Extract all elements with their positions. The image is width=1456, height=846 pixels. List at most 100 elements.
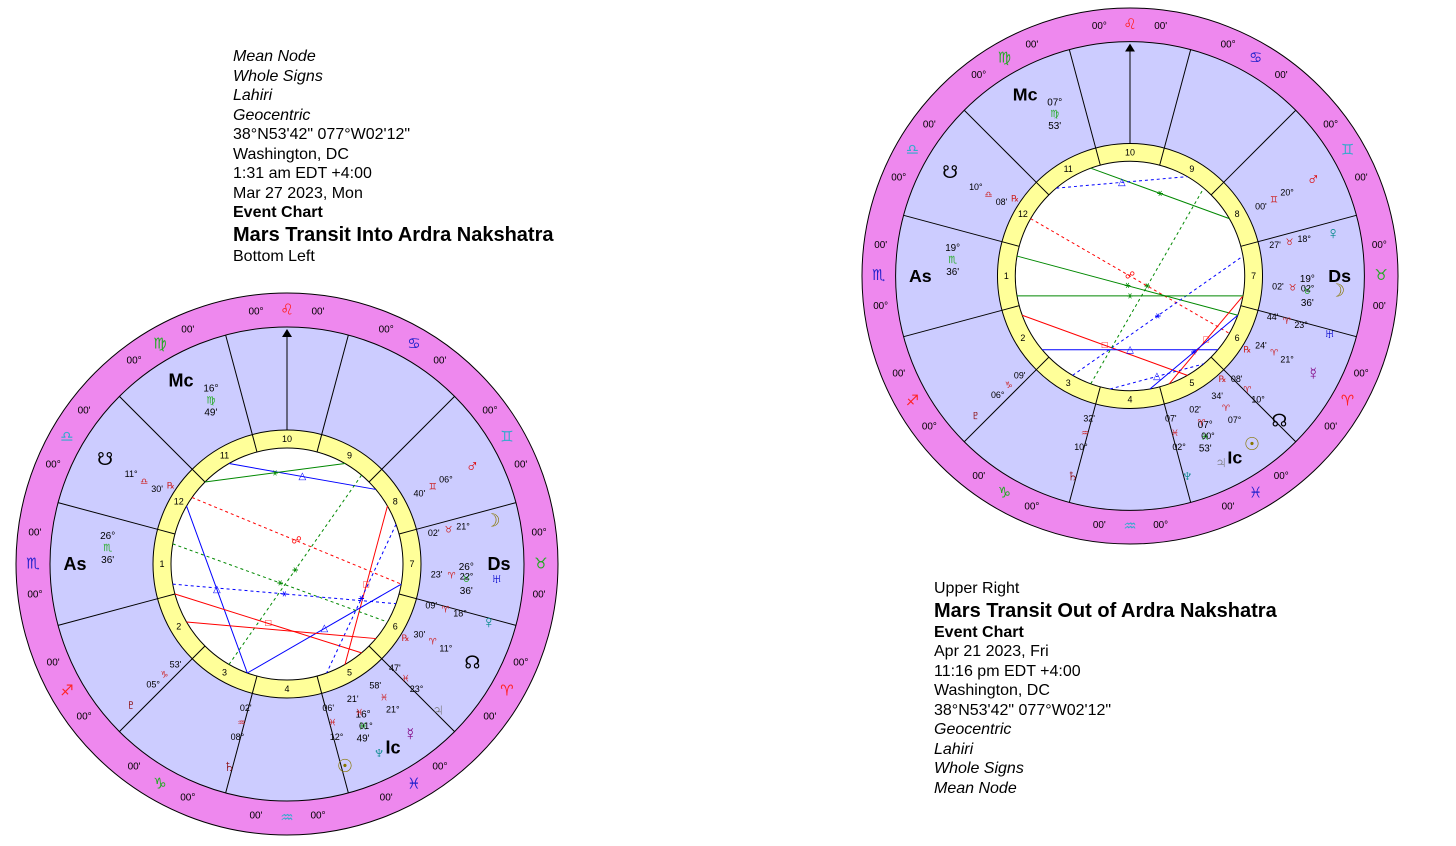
planet-sign-icon: ♈ — [442, 605, 451, 615]
planet-icon: ♄ — [1066, 466, 1079, 486]
aspect-glyph-icon: □ — [1102, 340, 1108, 351]
planet-degree: 06° — [991, 390, 1005, 400]
planet-minute: 09' — [1014, 370, 1026, 380]
aspect-glyph-icon: ⚹ — [1144, 280, 1150, 291]
planet-sign-icon: ♈ — [1222, 403, 1230, 413]
angle-ic-label: Ic — [1227, 448, 1242, 468]
planet-minute: 00' — [1255, 201, 1267, 211]
planet-icon: ☊ — [1272, 410, 1288, 430]
planet-minute: 34' — [1211, 391, 1223, 401]
planet-degree: 02° — [1301, 283, 1315, 293]
right-place: Washington, DC — [934, 682, 1050, 699]
cusp-degree-label: 00° — [1274, 471, 1289, 482]
right-position-note: Upper Right — [934, 580, 1020, 597]
aspect-glyph-icon: ⚹ — [281, 588, 287, 599]
left-node: Mean Node — [233, 48, 316, 65]
planet-degree: 18° — [1297, 234, 1311, 244]
aspect-glyph-icon: △ — [213, 584, 221, 595]
planet-sign-icon: ♈ — [1198, 418, 1206, 428]
planet-degree: 20° — [1280, 187, 1294, 197]
cusp-degree-label: 00° — [1092, 21, 1107, 32]
house-number: 8 — [1235, 209, 1240, 219]
right-house-system: Whole Signs — [934, 760, 1024, 777]
planet-degree: 21° — [456, 522, 470, 532]
planet-icon: ☉ — [337, 756, 353, 776]
cusp-degree-label: 00° — [971, 70, 986, 81]
planet-sign-icon: ♑ — [1005, 380, 1013, 390]
zodiac-sign-icon: ♍ — [153, 336, 166, 353]
house-number: 3 — [222, 667, 227, 677]
house-number: 7 — [1251, 271, 1256, 281]
house-number: 1 — [159, 559, 164, 569]
cusp-degree-label: 00° — [432, 761, 447, 772]
planet-icon: ☽ — [484, 510, 500, 530]
house-number: 3 — [1066, 378, 1071, 388]
zodiac-sign-icon: ♊ — [1341, 142, 1354, 158]
house-number: 11 — [1064, 164, 1073, 174]
planet-sign-icon: ♈ — [1283, 316, 1291, 326]
planet-degree: 18° — [453, 609, 467, 619]
planet-degree: 10° — [969, 182, 983, 192]
planet-degree: 12° — [330, 732, 344, 742]
planet-degree: 11° — [125, 469, 138, 479]
planet-degree: 21° — [386, 705, 400, 715]
cusp-minute-label: 00' — [47, 658, 60, 669]
planet-minute: 02' — [1189, 404, 1201, 414]
angle-sign-icon: ♍ — [206, 395, 215, 406]
aspect-glyph-icon: ⚹ — [1157, 188, 1163, 199]
zodiac-sign-icon: ♎ — [60, 429, 73, 446]
cusp-degree-label: 00° — [1221, 39, 1236, 50]
planet-minute: 30' — [414, 629, 426, 639]
cusp-minute-label: 00' — [514, 459, 527, 470]
planet-degree: 21° — [1280, 355, 1294, 365]
house-number: 9 — [347, 451, 352, 461]
right-chart-type: Event Chart — [934, 623, 1024, 641]
planet-sign-icon: ♉ — [444, 525, 452, 535]
right-time: 11:16 pm EDT +4:00 — [934, 662, 1081, 680]
planet-minute: 02' — [1272, 281, 1284, 291]
house-number: 5 — [1189, 378, 1194, 388]
planet-sign-icon: ♈ — [429, 637, 438, 647]
zodiac-sign-icon: ♑ — [998, 486, 1011, 502]
house-number: 6 — [1235, 333, 1240, 343]
planet-icon: ☉ — [1244, 434, 1260, 454]
house-number: 5 — [347, 667, 352, 677]
planet-sign-icon: ♎ — [985, 189, 993, 199]
planet-icon: ☋ — [942, 162, 958, 182]
planet-degree: 06° — [439, 475, 453, 485]
house-number: 7 — [409, 559, 414, 569]
aspect-glyph-icon: ⚹ — [358, 593, 364, 604]
angle-mc-label: Mc — [168, 370, 193, 390]
planet-minute: 44' — [1267, 312, 1279, 322]
planet-degree: 00° — [1201, 431, 1215, 441]
right-chart-info: Upper Right Mars Transit Out of Ardra Na… — [934, 579, 1277, 798]
right-coords: 38°N53'42" 077°W02'12" — [934, 701, 1112, 719]
left-time: 1:31 am EDT +4:00 — [233, 165, 372, 182]
left-chart-info: Mean Node Whole Signs Lahiri Geocentric … — [233, 47, 553, 266]
cusp-degree-label: 00° — [379, 325, 394, 336]
cusp-degree-label: 00° — [46, 459, 61, 470]
left-chart-type: Event Chart — [233, 204, 323, 221]
planet-icon: ☊ — [464, 653, 480, 673]
planet-minute: 24' — [1255, 341, 1267, 351]
aspect-glyph-icon: ⚹ — [1127, 290, 1133, 301]
zodiac-sign-icon: ♓ — [1249, 486, 1262, 502]
zodiac-sign-icon: ♏ — [872, 268, 885, 284]
angle-minute: 36' — [101, 555, 114, 566]
zodiac-sign-icon: ♍ — [998, 50, 1011, 66]
planet-sign-icon: ♒ — [1081, 428, 1089, 438]
angle-sign-icon: ♏ — [103, 543, 112, 554]
aspect-glyph-icon: □ — [265, 618, 271, 629]
cusp-minute-label: 00' — [311, 306, 324, 317]
angle-minute: 53' — [1048, 121, 1061, 132]
angle-degree: 19° — [945, 243, 960, 254]
planet-sign-icon: ♊ — [1270, 194, 1278, 204]
aspect-glyph-icon: △ — [1153, 371, 1161, 382]
cusp-minute-label: 00' — [533, 590, 546, 601]
planet-icon: ♅ — [490, 569, 504, 589]
zodiac-sign-icon: ♐ — [906, 394, 919, 410]
planet-icon: ♆ — [1181, 466, 1194, 486]
planet-sign-icon: ♑ — [160, 669, 168, 679]
retrograde-icon: ℞ — [1243, 344, 1251, 354]
angle-minute: 49' — [357, 734, 370, 745]
